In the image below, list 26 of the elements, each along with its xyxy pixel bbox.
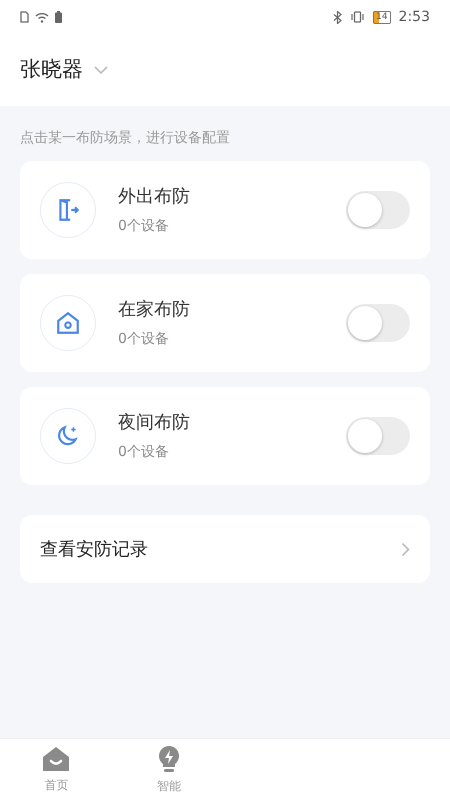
house-icon <box>55 310 81 336</box>
chevron-right-icon <box>401 542 410 556</box>
chevron-down-icon[interactable] <box>93 65 109 75</box>
device-count: 0个设备 <box>118 330 170 349</box>
battery-icon <box>55 11 62 23</box>
lightbulb-icon <box>156 744 181 772</box>
scene-card[interactable]: 夜间布防 0个设备 <box>20 387 430 485</box>
clock-time: 2:53 <box>398 8 430 26</box>
scene-name: 夜间布防 <box>118 411 191 435</box>
device-count: 0个设备 <box>118 443 170 462</box>
toggle-switch[interactable] <box>346 417 410 455</box>
house-icon <box>42 746 70 772</box>
hint-text: 点击某一布防场景，进行设备配置 <box>20 129 231 148</box>
scene-card[interactable]: 外出布防 0个设备 <box>20 161 430 259</box>
wifi-icon <box>35 12 49 22</box>
device-name: 张晓器 <box>20 56 83 84</box>
vibrate-icon <box>350 11 366 23</box>
bluetooth-icon <box>333 10 342 24</box>
scene-name: 在家布防 <box>118 298 191 322</box>
records-link[interactable]: 查看安防记录 <box>20 515 430 583</box>
scene-card[interactable]: 在家布防 0个设备 <box>20 274 430 372</box>
toggle-switch[interactable] <box>346 304 410 342</box>
sim-card-icon <box>20 11 29 23</box>
toggle-switch[interactable] <box>346 191 410 229</box>
device-count: 0个设备 <box>118 217 170 236</box>
scene-name: 外出布防 <box>118 185 191 209</box>
